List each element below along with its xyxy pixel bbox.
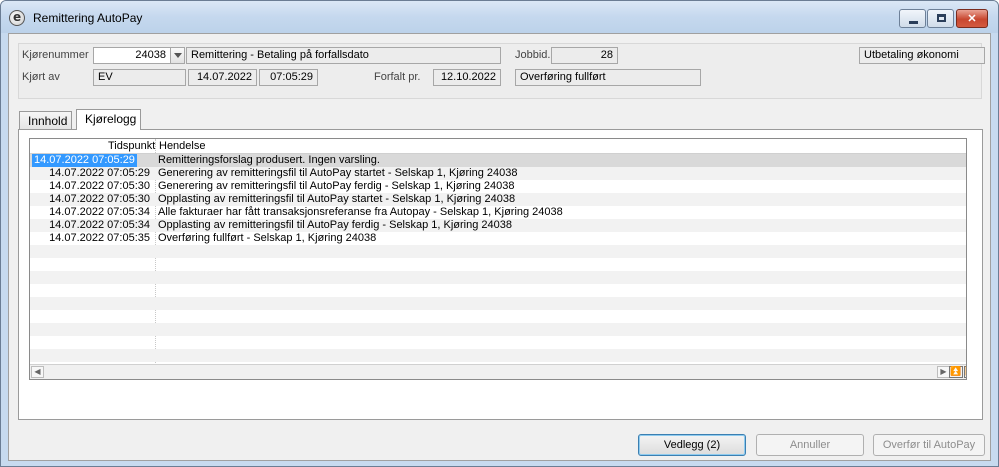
forfalt-field: 12.10.2022 <box>433 69 501 86</box>
log-row[interactable]: 14.07.2022 07:05:34 Opplasting av remitte… <box>30 219 966 232</box>
log-event-cell: Generering av remitteringsfil til AutoPa… <box>158 167 518 179</box>
kjort-av-label: Kjørt av <box>22 71 60 83</box>
minimize-button[interactable] <box>899 9 926 28</box>
scroll-to-bottom-icon[interactable]: ⏬ <box>964 366 966 378</box>
log-time-cell: 14.07.2022 07:05:29 <box>32 154 137 167</box>
maximize-button[interactable] <box>927 9 954 28</box>
log-event-cell: Remitteringsforslag produsert. Ingen var… <box>158 154 380 166</box>
close-button[interactable]: ✕ <box>956 9 988 28</box>
log-rows: 14.07.2022 07:05:29 Remitteringsforslag p… <box>30 154 966 362</box>
empty-row[interactable] <box>30 323 966 336</box>
kjorelogg-panel: Tidspunkt Hendelse 14.07.2022 07:05:29 Re… <box>18 129 983 420</box>
log-time-cell: 14.07.2022 07:05:29 <box>49 167 150 179</box>
log-event-cell: Overføring fullført - Selskap 1, Kjøring… <box>158 232 377 244</box>
kjorenummer-label: Kjørenummer <box>22 49 89 61</box>
empty-row[interactable] <box>30 336 966 349</box>
kjort-av-field: EV <box>93 69 186 86</box>
jobbid-field: 28 <box>551 47 618 64</box>
empty-row[interactable] <box>30 310 966 323</box>
log-event-cell: Alle fakturaer har fått transaksjonsrefe… <box>158 206 563 218</box>
title-bar[interactable]: Remittering AutoPay ✕ <box>1 1 998 33</box>
remittering-window: Remittering AutoPay ✕ Kjørenummer 24038 … <box>0 0 999 467</box>
log-row[interactable]: 14.07.2022 07:05:30 Opplasting av remitte… <box>30 193 966 206</box>
status-field: Overføring fullført <box>515 69 701 86</box>
scroll-to-top-icon[interactable]: ⏫ <box>949 366 963 378</box>
log-time-cell: 14.07.2022 07:05:30 <box>49 193 150 205</box>
log-time-cell: 14.07.2022 07:05:35 <box>49 232 150 244</box>
kjorenummer-field[interactable]: 24038 <box>93 47 171 64</box>
run-date-field: 14.07.2022 <box>188 69 257 86</box>
log-time-cell: 14.07.2022 07:05:34 <box>49 219 150 231</box>
log-event-cell: Opplasting av remitteringsfil til AutoPa… <box>158 193 516 205</box>
log-event-cell: Opplasting av remitteringsfil til AutoPa… <box>158 219 513 231</box>
empty-row[interactable] <box>30 258 966 271</box>
empty-row[interactable] <box>30 271 966 284</box>
log-row[interactable]: 14.07.2022 07:05:35 Overføring fullført -… <box>30 232 966 245</box>
tab-innhold[interactable]: Innhold <box>19 111 72 129</box>
tab-kjorelogg[interactable]: Kjørelogg <box>76 109 141 130</box>
log-row[interactable]: 14.07.2022 07:05:29 Remitteringsforslag p… <box>30 154 966 167</box>
horizontal-scrollbar[interactable]: ◀ ▶ ⏫ ⏬ <box>30 364 966 379</box>
close-icon: ✕ <box>967 13 977 25</box>
scroll-left-icon[interactable]: ◀ <box>31 366 44 378</box>
log-row[interactable]: 14.07.2022 07:05:29 Generering av remitte… <box>30 167 966 180</box>
maximize-icon <box>937 14 946 22</box>
transfer-to-autopay-button[interactable]: Overfør til AutoPay <box>873 434 985 456</box>
log-time-cell: 14.07.2022 07:05:30 <box>49 180 150 192</box>
forfalt-label: Forfalt pr. <box>374 71 421 83</box>
col-header-event[interactable]: Hendelse <box>159 140 205 152</box>
log-row[interactable]: 14.07.2022 07:05:30 Generering av remitte… <box>30 180 966 193</box>
empty-row[interactable] <box>30 297 966 310</box>
empty-row[interactable] <box>30 245 966 258</box>
log-row[interactable]: 14.07.2022 07:05:34 Alle fakturaer har få… <box>30 206 966 219</box>
run-description-field: Remittering - Betaling på forfallsdato <box>186 47 501 64</box>
dialog-body: Kjørenummer 24038 Remittering - Betaling… <box>8 33 991 461</box>
cancel-button[interactable]: Annuller <box>756 434 864 456</box>
log-grid[interactable]: Tidspunkt Hendelse 14.07.2022 07:05:29 Re… <box>29 138 967 380</box>
app-logo-icon <box>9 10 25 26</box>
log-time-cell: 14.07.2022 07:05:34 <box>49 206 150 218</box>
category-field: Utbetaling økonomi <box>859 47 985 64</box>
jobbid-label: Jobbid. <box>515 49 551 61</box>
empty-row[interactable] <box>30 284 966 297</box>
window-title: Remittering AutoPay <box>33 11 143 25</box>
col-header-time[interactable]: Tidspunkt <box>108 140 155 152</box>
grid-header: Tidspunkt Hendelse <box>30 139 966 154</box>
minimize-icon <box>909 21 918 24</box>
attachments-button[interactable]: Vedlegg (2) <box>638 434 746 456</box>
empty-row[interactable] <box>30 349 966 362</box>
log-event-cell: Generering av remitteringsfil til AutoPa… <box>158 180 515 192</box>
run-time-field: 07:05:29 <box>259 69 318 86</box>
run-header-panel: Kjørenummer 24038 Remittering - Betaling… <box>18 43 985 99</box>
kjorenummer-dropdown-button[interactable] <box>170 47 185 64</box>
